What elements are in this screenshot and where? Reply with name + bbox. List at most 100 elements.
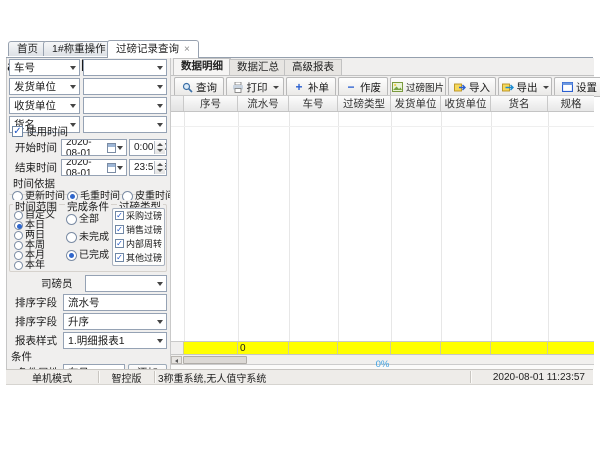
col-serial[interactable]: 序号 bbox=[184, 96, 238, 111]
summary-cell bbox=[491, 342, 548, 354]
summary-count-cell: 0 bbox=[238, 342, 289, 354]
table-header: 序号 流水号 车号 过磅类型 发货单位 收货单位 货名 规格 bbox=[171, 95, 594, 112]
receiver-unit-field-label: 收货单位 bbox=[14, 98, 56, 113]
supplement-label: 补单 bbox=[308, 80, 329, 95]
status-mode: 单机模式 bbox=[6, 370, 98, 384]
weigher-combo[interactable] bbox=[85, 275, 167, 292]
type-purchase-checkbox[interactable]: ✓ bbox=[115, 211, 124, 220]
col-weigh-type-label: 过磅类型 bbox=[343, 96, 385, 111]
sort-field-input[interactable]: 流水号 bbox=[63, 294, 167, 311]
goods-name-value-combo[interactable] bbox=[83, 116, 167, 133]
summary-cell bbox=[391, 342, 441, 354]
col-spec-label: 规格 bbox=[561, 96, 582, 111]
spinner-icon[interactable] bbox=[154, 161, 165, 174]
subtab-data-detail-label: 数据明细 bbox=[181, 60, 223, 72]
vehicle-no-field-select[interactable]: 车号 bbox=[9, 59, 80, 76]
receiver-unit-value-combo[interactable] bbox=[83, 97, 167, 114]
close-icon[interactable]: × bbox=[184, 44, 190, 55]
settings-button[interactable]: 设置 bbox=[554, 77, 600, 97]
start-date-picker[interactable]: 2020-08-01 bbox=[61, 139, 127, 156]
chevron-down-icon bbox=[157, 85, 163, 89]
export-button[interactable]: 导出 bbox=[498, 77, 552, 97]
vehicle-no-field-label: 车号 bbox=[14, 60, 35, 75]
sort-order-combo[interactable]: 升序 bbox=[63, 313, 167, 330]
range-week-radio[interactable] bbox=[14, 241, 23, 250]
range-custom-radio[interactable] bbox=[14, 211, 23, 220]
main-area: ateController 车号 发货单位 收货单位 货名 ✓ 使用时间 开始时… bbox=[6, 58, 593, 369]
finish-all-radio[interactable] bbox=[66, 214, 77, 225]
finish-finished-radio[interactable] bbox=[66, 250, 77, 261]
receiver-unit-field-select[interactable]: 收货单位 bbox=[9, 97, 80, 114]
col-receiver-unit[interactable]: 收货单位 bbox=[441, 96, 491, 111]
start-time-label: 开始时间 bbox=[15, 141, 57, 155]
void-label: 作废 bbox=[360, 80, 381, 95]
weigh-photo-label: 过磅图片 bbox=[406, 80, 444, 94]
end-time-label: 结束时间 bbox=[15, 161, 57, 175]
start-time-spinner[interactable]: 0:00:00 bbox=[129, 139, 167, 156]
spinner-icon[interactable] bbox=[154, 141, 165, 154]
settings-icon bbox=[561, 81, 573, 93]
type-other-label: 其他过磅 bbox=[126, 251, 162, 265]
col-goods-name-label: 货名 bbox=[509, 96, 530, 111]
query-button[interactable]: 查询 bbox=[174, 77, 224, 97]
vehicle-no-value-combo[interactable] bbox=[83, 59, 167, 76]
calendar-icon bbox=[107, 163, 116, 173]
supplement-button[interactable]: + 补单 bbox=[286, 77, 336, 97]
range-today-radio[interactable] bbox=[14, 221, 23, 230]
export-icon bbox=[502, 81, 514, 93]
col-sender-unit-label: 发货单位 bbox=[395, 96, 437, 111]
end-time-spinner[interactable]: 23:59:59 bbox=[129, 159, 167, 176]
print-label: 打印 bbox=[247, 80, 268, 95]
print-button[interactable]: 打印 bbox=[226, 77, 284, 97]
status-datetime: 2020-08-01 11:23:57 bbox=[471, 370, 593, 384]
sender-unit-field-select[interactable]: 发货单位 bbox=[9, 78, 80, 95]
chevron-down-icon bbox=[157, 104, 163, 108]
range-month-radio[interactable] bbox=[14, 251, 23, 260]
void-button[interactable]: − 作废 bbox=[338, 77, 388, 97]
subtab-data-detail[interactable]: 数据明细 bbox=[173, 58, 231, 75]
summary-cell bbox=[548, 342, 594, 354]
col-goods-name[interactable]: 货名 bbox=[491, 96, 548, 111]
tab-home[interactable]: 首页 bbox=[8, 41, 47, 56]
finish-unfinished-label: 未完成 bbox=[79, 231, 109, 245]
import-button[interactable]: 导入 bbox=[448, 77, 496, 97]
finish-all-label: 全部 bbox=[79, 213, 99, 227]
status-edition: 智控版 bbox=[99, 370, 154, 384]
range-year-radio[interactable] bbox=[14, 261, 23, 270]
subtab-data-summary[interactable]: 数据汇总 bbox=[229, 59, 287, 75]
col-flow-no[interactable]: 流水号 bbox=[238, 96, 289, 111]
finish-unfinished-radio[interactable] bbox=[66, 232, 77, 243]
status-system: 3称重系统,无人值守系统 bbox=[155, 370, 470, 384]
col-sender-unit[interactable]: 发货单位 bbox=[391, 96, 441, 111]
col-weigh-type[interactable]: 过磅类型 bbox=[338, 96, 391, 111]
subtab-advanced-report[interactable]: 高级报表 bbox=[284, 59, 342, 75]
type-sale-checkbox[interactable]: ✓ bbox=[115, 225, 124, 234]
col-vehicle-no[interactable]: 车号 bbox=[289, 96, 338, 111]
sender-unit-value-combo[interactable] bbox=[83, 78, 167, 95]
tab-weighing-operation[interactable]: 1#称重操作 bbox=[43, 41, 115, 56]
report-style-label: 报表样式 bbox=[15, 334, 57, 348]
chevron-down-icon bbox=[157, 282, 163, 286]
use-time-checkbox[interactable]: ✓ bbox=[12, 126, 23, 137]
weigh-photo-button[interactable]: 过磅图片 bbox=[390, 77, 446, 97]
range-twodays-radio[interactable] bbox=[14, 231, 23, 240]
chevron-down-icon bbox=[157, 123, 163, 127]
status-datetime-label: 2020-08-01 11:23:57 bbox=[493, 372, 585, 383]
summary-count: 0 bbox=[240, 343, 246, 354]
end-date-picker[interactable]: 2020-08-01 bbox=[61, 159, 127, 176]
type-other-checkbox[interactable]: ✓ bbox=[115, 253, 124, 262]
chevron-down-icon bbox=[70, 123, 76, 127]
col-spec[interactable]: 规格 bbox=[548, 96, 594, 111]
type-internal-checkbox[interactable]: ✓ bbox=[115, 239, 124, 248]
sender-unit-field-label: 发货单位 bbox=[14, 79, 56, 94]
status-system-label: 3称重系统,无人值守系统 bbox=[158, 370, 266, 385]
finish-finished-label: 已完成 bbox=[79, 249, 109, 263]
table-body[interactable] bbox=[171, 112, 594, 341]
chevron-down-icon bbox=[157, 66, 163, 70]
weigher-label: 司磅员 bbox=[41, 277, 73, 291]
picture-icon bbox=[392, 81, 403, 93]
summary-row: 0 bbox=[171, 341, 594, 354]
tab-weigh-record-query[interactable]: 过磅记录查询× bbox=[107, 40, 199, 58]
report-style-combo[interactable]: 1.明细报表1 bbox=[63, 332, 167, 349]
app-window: 首页 1#称重操作 过磅记录查询× ateController 车号 发货单位 … bbox=[6, 40, 593, 385]
